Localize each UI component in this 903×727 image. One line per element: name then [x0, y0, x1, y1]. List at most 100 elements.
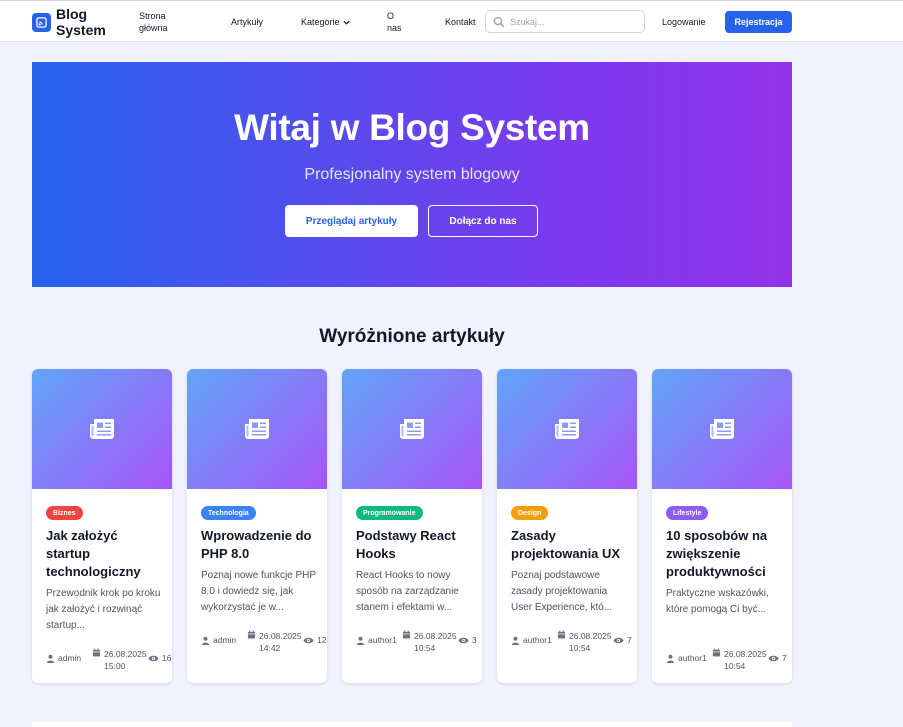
- next-section: [32, 722, 792, 727]
- nav-link-about[interactable]: O nas: [387, 10, 405, 34]
- date-text: 26.08.2025 14:42: [259, 631, 302, 653]
- article-thumbnail[interactable]: [187, 369, 327, 489]
- views-count: 12: [317, 635, 327, 645]
- newspaper-icon: [245, 419, 269, 439]
- date-text: 26.08.2025 10:54: [724, 649, 767, 671]
- brand-name: Blog System: [56, 6, 106, 38]
- article-views: 12: [303, 635, 326, 645]
- article-excerpt: Przewodnik krok po kroku jak założyć i r…: [46, 588, 161, 631]
- views-count: 16: [162, 653, 172, 663]
- login-link[interactable]: Logowanie: [662, 16, 706, 28]
- newspaper-icon: [400, 419, 424, 439]
- article-date: 26.08.2025 10:54: [557, 630, 615, 654]
- article-card[interactable]: Lifestyle 10 sposobów na zwiększenie prod…: [652, 369, 792, 683]
- article-date: 26.08.2025 10:54: [712, 648, 770, 672]
- article-date: 26.08.2025 10:54: [402, 630, 460, 654]
- article-date: 26.08.2025 14:42: [247, 630, 305, 654]
- views-count: 7: [782, 653, 787, 663]
- article-author: author1: [666, 653, 707, 663]
- article-excerpt: React Hooks to nowy sposób na zarządzani…: [356, 570, 459, 613]
- article-meta: author1 26.08.2025 10:54 7: [666, 648, 792, 673]
- eye-icon: [768, 655, 779, 661]
- category-badge[interactable]: Design: [511, 506, 549, 520]
- article-date: 26.08.2025 15:00: [92, 648, 150, 672]
- user-icon: [511, 636, 520, 645]
- user-icon: [46, 654, 55, 663]
- search-box: [485, 10, 645, 33]
- article-author: admin: [201, 635, 236, 645]
- calendar-icon: [712, 648, 721, 657]
- author-name: author1: [678, 653, 707, 663]
- views-count: 7: [627, 635, 632, 645]
- calendar-icon: [247, 630, 256, 639]
- article-excerpt: Poznaj nowe funkcje PHP 8.0 i dowiedz si…: [201, 570, 316, 613]
- eye-icon: [148, 655, 159, 661]
- article-card[interactable]: Biznes Jak założyć startup technologiczny…: [32, 369, 172, 683]
- hero-banner: Witaj w Blog System Profesjonalny system…: [32, 62, 792, 287]
- navbar: Blog System Strona główna Artykuły Kateg…: [0, 0, 903, 42]
- date-text: 26.08.2025 15:00: [104, 649, 147, 671]
- article-card[interactable]: Design Zasady projektowania UX Poznaj pods…: [497, 369, 637, 683]
- user-icon: [666, 654, 675, 663]
- category-badge[interactable]: Technologia: [201, 506, 256, 520]
- newspaper-icon: [555, 419, 579, 439]
- article-title[interactable]: Wprowadzenie do PHP 8.0: [201, 527, 319, 563]
- article-thumbnail[interactable]: [497, 369, 637, 489]
- article-card[interactable]: Programowanie Podstawy React Hooks React H…: [342, 369, 482, 683]
- nav-link-home[interactable]: Strona główna: [139, 10, 179, 34]
- category-badge[interactable]: Programowanie: [356, 506, 423, 520]
- hero-subtitle: Profesjonalny system blogowy: [304, 166, 520, 183]
- article-title[interactable]: Podstawy React Hooks: [356, 527, 474, 563]
- date-text: 26.08.2025 10:54: [414, 631, 457, 653]
- article-excerpt: Poznaj podstawowe zasady projektowania U…: [511, 570, 613, 613]
- article-thumbnail[interactable]: [652, 369, 792, 489]
- article-thumbnail[interactable]: [32, 369, 172, 489]
- brand-link[interactable]: Blog System: [32, 6, 108, 38]
- featured-section-title: Wyróżnione artykuły: [319, 326, 505, 347]
- register-button[interactable]: Rejestracja: [725, 11, 792, 33]
- chevron-down-icon: [342, 20, 350, 25]
- article-views: 16: [148, 653, 171, 663]
- eye-icon: [613, 637, 624, 643]
- article-title[interactable]: Zasady projektowania UX: [511, 527, 629, 563]
- date-text: 26.08.2025 10:54: [569, 631, 612, 653]
- article-thumbnail[interactable]: [342, 369, 482, 489]
- article-author: author1: [356, 635, 397, 645]
- search-icon: [493, 16, 505, 28]
- article-meta: admin 26.08.2025 14:42 12: [201, 630, 327, 655]
- article-meta: author1 26.08.2025 10:54 3: [356, 630, 482, 655]
- category-badge[interactable]: Lifestyle: [666, 506, 709, 520]
- author-name: author1: [523, 635, 552, 645]
- article-excerpt: Praktyczne wskazówki, które pomogą Ci by…: [666, 588, 769, 615]
- article-card[interactable]: Technologia Wprowadzenie do PHP 8.0 Poznaj…: [187, 369, 327, 683]
- eye-icon: [303, 637, 314, 643]
- category-badge[interactable]: Biznes: [46, 506, 83, 520]
- author-name: admin: [58, 653, 82, 663]
- article-author: admin: [46, 653, 81, 663]
- nav-link-categories-label: Kategorie: [301, 17, 340, 27]
- user-icon: [201, 636, 210, 645]
- calendar-icon: [557, 630, 566, 639]
- newspaper-icon: [90, 419, 114, 439]
- article-meta: author1 26.08.2025 10:54 7: [511, 630, 637, 655]
- hero-title: Witaj w Blog System: [234, 107, 590, 148]
- calendar-icon: [92, 648, 101, 657]
- nav-link-categories[interactable]: Kategorie: [301, 16, 351, 28]
- views-count: 3: [472, 635, 477, 645]
- nav-link-articles[interactable]: Artykuły: [231, 16, 263, 28]
- article-author: author1: [511, 635, 552, 645]
- browse-articles-button[interactable]: Przeglądaj artykuły: [285, 205, 418, 237]
- article-title[interactable]: 10 sposobów na zwiększenie produktywnośc…: [666, 527, 784, 581]
- author-name: admin: [213, 635, 237, 645]
- brand-logo-icon: [32, 12, 51, 32]
- article-title[interactable]: Jak założyć startup technologiczny: [46, 527, 164, 581]
- join-us-button[interactable]: Dołącz do nas: [428, 205, 538, 237]
- article-meta: admin 26.08.2025 15:00 16: [46, 648, 172, 673]
- eye-icon: [458, 637, 469, 643]
- article-views: 3: [458, 635, 477, 645]
- article-views: 7: [768, 653, 787, 663]
- nav-link-contact[interactable]: Kontakt: [445, 16, 476, 28]
- author-name: author1: [368, 635, 397, 645]
- article-views: 7: [613, 635, 632, 645]
- search-input[interactable]: [510, 16, 638, 27]
